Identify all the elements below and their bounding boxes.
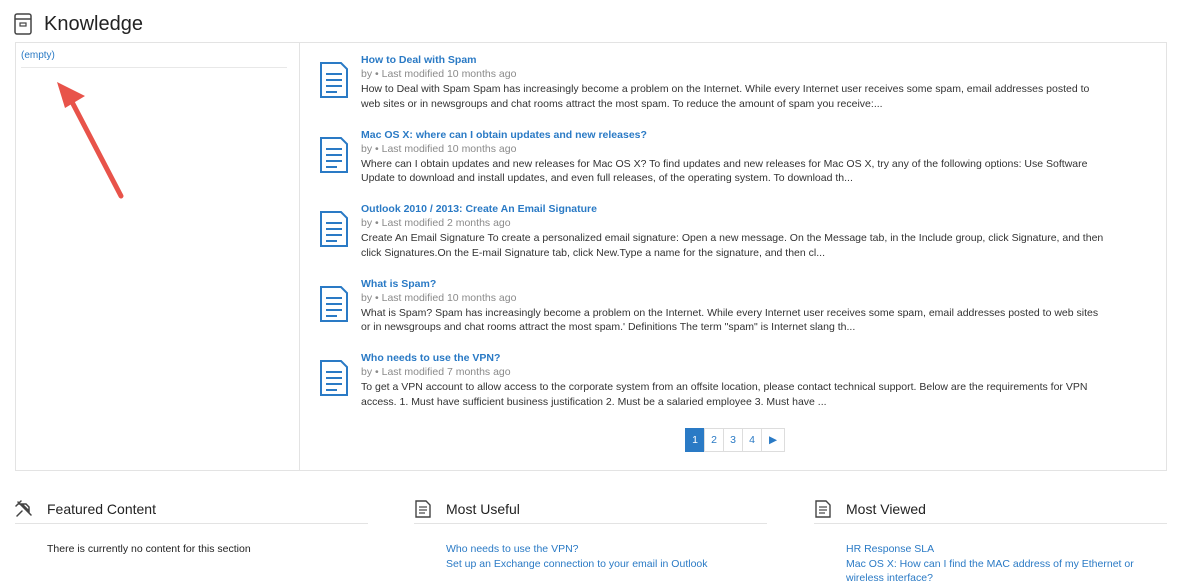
document-icon	[320, 360, 348, 396]
document-icon	[320, 136, 348, 173]
article-title[interactable]: Mac OS X: where can I obtain updates and…	[361, 128, 1106, 142]
category-sidebar: (empty)	[16, 43, 300, 470]
most-viewed-title: Most Viewed	[846, 501, 926, 517]
red-arrow-annotation	[57, 82, 124, 199]
next-page-button[interactable]: ▶	[761, 428, 785, 452]
most-useful-link[interactable]: Who needs to use the VPN?	[446, 542, 767, 557]
article-item: What is Spam? by • Last modified 10 mont…	[319, 277, 1099, 352]
empty-category-link[interactable]: (empty)	[21, 50, 55, 61]
most-useful-section: Most Useful Who needs to use the VPN? Se…	[414, 497, 767, 571]
most-useful-header: Most Useful	[414, 497, 767, 524]
page-button-3[interactable]: 3	[723, 428, 743, 452]
article-meta: by • Last modified 10 months ago	[361, 142, 517, 155]
knowledge-base-icon	[14, 13, 32, 35]
page-title: Knowledge	[44, 12, 143, 35]
most-viewed-section: Most Viewed HR Response SLA Mac OS X: Ho…	[814, 497, 1167, 586]
article-snippet: Where can I obtain updates and new relea…	[361, 157, 1088, 185]
article-title[interactable]: Outlook 2010 / 2013: Create An Email Sig…	[361, 202, 1106, 216]
article-meta: by • Last modified 10 months ago	[361, 291, 517, 304]
most-useful-link[interactable]: Set up an Exchange connection to your em…	[446, 557, 767, 572]
featured-empty-text: There is currently no content for this s…	[47, 543, 251, 555]
most-useful-title: Most Useful	[446, 501, 520, 517]
article-item: Mac OS X: where can I obtain updates and…	[319, 128, 1099, 203]
pin-icon	[15, 500, 32, 517]
page-button-4[interactable]: 4	[742, 428, 762, 452]
document-icon	[320, 211, 348, 247]
document-icon	[320, 62, 348, 98]
article-item: Outlook 2010 / 2013: Create An Email Sig…	[319, 202, 1103, 277]
document-icon	[815, 500, 831, 518]
most-viewed-link[interactable]: Mac OS X: How can I find the MAC address…	[846, 557, 1167, 586]
article-snippet: Create An Email Signature To create a pe…	[361, 232, 1104, 259]
featured-content-section: Featured Content There is currently no c…	[15, 497, 368, 557]
document-icon	[415, 500, 431, 518]
page-header: Knowledge	[14, 10, 143, 38]
article-title[interactable]: Who needs to use the VPN?	[361, 351, 1106, 365]
article-meta: by • Last modified 7 months ago	[361, 366, 511, 378]
article-item: Who needs to use the VPN? by • Last modi…	[319, 351, 1099, 426]
article-snippet: How to Deal with Spam Spam has increasin…	[361, 83, 1090, 110]
knowledge-panel: (empty) How to Deal with Spam by • Last …	[15, 42, 1167, 471]
most-viewed-link[interactable]: HR Response SLA	[846, 542, 1167, 557]
featured-content-header: Featured Content	[15, 497, 368, 524]
page-button-1[interactable]: 1	[685, 428, 705, 452]
page-button-2[interactable]: 2	[704, 428, 724, 452]
article-item: How to Deal with Spam by • Last modified…	[319, 53, 1099, 128]
article-meta: by • Last modified 10 months ago	[361, 68, 517, 80]
article-title[interactable]: How to Deal with Spam	[361, 53, 1106, 67]
pagination: 1 2 3 4 ▶	[685, 428, 785, 452]
sidebar-divider	[21, 67, 287, 68]
featured-content-title: Featured Content	[47, 501, 156, 517]
article-snippet: To get a VPN account to allow access to …	[361, 381, 1088, 408]
document-icon	[320, 285, 348, 322]
most-viewed-header: Most Viewed	[814, 497, 1167, 524]
article-title[interactable]: What is Spam?	[361, 277, 1106, 291]
article-list: How to Deal with Spam by • Last modified…	[319, 53, 1103, 426]
article-snippet: What is Spam? Spam has increasingly beco…	[361, 306, 1099, 334]
article-meta: by • Last modified 2 months ago	[361, 217, 511, 229]
